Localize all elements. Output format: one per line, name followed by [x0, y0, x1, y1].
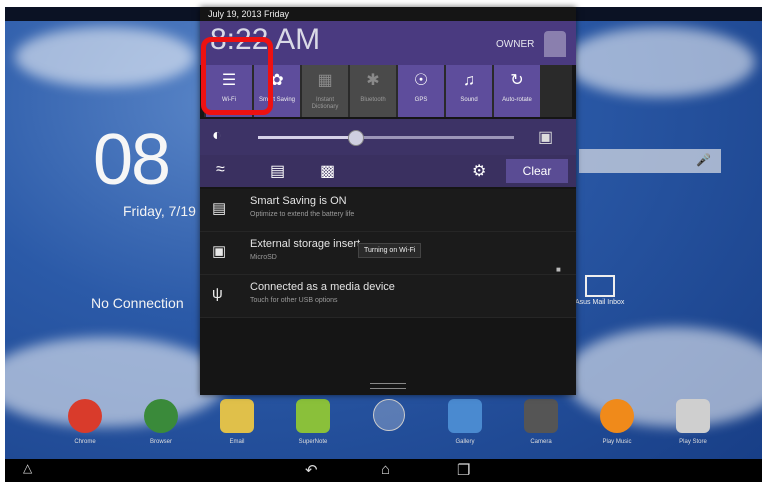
notification-subtitle: Touch for other USB options — [250, 297, 338, 304]
brightness-icon: ◐ — [212, 127, 222, 144]
back-icon[interactable]: ↶ — [305, 461, 318, 479]
dock-label: Browser — [149, 439, 172, 445]
tile-label: Bluetooth — [360, 97, 386, 103]
brightness-slider[interactable] — [258, 130, 514, 146]
app-dock: Chrome Browser Email SuperNote Gallery C… — [5, 399, 762, 459]
panel-drag-handle[interactable] — [370, 383, 406, 389]
tile-sound[interactable]: ♫ Sound — [446, 65, 492, 117]
microphone-icon[interactable]: 🎤 — [696, 153, 711, 167]
toast-message: Turning on Wi-Fi — [358, 243, 422, 258]
play-store-icon — [676, 399, 710, 433]
dock-app-browser[interactable]: Browser — [131, 399, 191, 445]
tile-auto-rotate[interactable]: ↻ Auto-rotate — [494, 65, 540, 117]
app-drawer-icon — [373, 399, 405, 431]
quick-actions-row: ≈ ▤ ▩ ⚙ Clear — [200, 155, 576, 187]
dock-app-camera[interactable]: Camera — [511, 399, 571, 445]
notification-item[interactable]: ▤ Smart Saving is ON Optimize to extend … — [200, 189, 576, 232]
play-music-icon — [600, 399, 634, 433]
no-connection-label: No Connection — [91, 295, 184, 311]
notification-title: External storage insert — [250, 238, 361, 250]
brightness-slider-knob[interactable] — [348, 130, 365, 146]
navigation-bar: △ ↶ ⌂ ❐ — [5, 459, 762, 482]
gallery-icon — [448, 399, 482, 433]
cloud-decoration — [15, 27, 195, 87]
dock-app-drawer[interactable] — [359, 399, 419, 437]
dock-app-play-music[interactable]: Play Music — [587, 399, 647, 445]
wifi-settings-icon[interactable]: ≈ — [216, 161, 225, 179]
google-search-bar[interactable]: 🎤 — [579, 149, 721, 173]
screencast-icon[interactable]: ▩ — [320, 161, 335, 181]
instant-dictionary-icon: ▦ — [317, 72, 333, 89]
tile-instant-dictionary[interactable]: ▦ Instant Dictionary — [302, 65, 348, 117]
tile-label: Auto-rotate — [502, 97, 532, 103]
gps-icon: ☉ — [413, 72, 429, 89]
notification-title: Smart Saving is ON — [250, 195, 347, 207]
mail-label: Asus Mail Inbox — [575, 299, 625, 306]
dock-label: Email — [229, 439, 245, 445]
dock-label: Play Music — [602, 439, 632, 445]
smart-saving-icon: ▤ — [212, 200, 227, 217]
tile-gps[interactable]: ☉ GPS — [398, 65, 444, 117]
dock-app-supernote[interactable]: SuperNote — [283, 399, 343, 445]
sound-icon: ♫ — [463, 72, 475, 89]
notification-item[interactable]: ψ Connected as a media device Touch for … — [200, 275, 576, 318]
keyboard-icon[interactable]: △ — [23, 461, 32, 475]
dock-app-play-store[interactable]: Play Store — [663, 399, 723, 445]
recent-apps-icon[interactable]: ❐ — [457, 461, 470, 479]
chrome-icon — [68, 399, 102, 433]
supernote-icon — [296, 399, 330, 433]
usb-icon: ψ — [212, 285, 223, 302]
dock-label: SuperNote — [298, 439, 328, 445]
browser-icon — [144, 399, 178, 433]
owner-label: OWNER — [496, 39, 535, 50]
notification-subtitle: Optimize to extend the battery life — [250, 211, 355, 218]
camera-icon — [524, 399, 558, 433]
mail-icon[interactable] — [585, 275, 615, 297]
dock-app-chrome[interactable]: Chrome — [55, 399, 115, 445]
home-icon[interactable]: ⌂ — [381, 461, 390, 478]
smart-saving-settings-icon[interactable]: ▤ — [270, 161, 285, 181]
dock-label: Play Store — [679, 439, 707, 445]
sd-card-small-icon: ■ — [556, 265, 561, 274]
bluetooth-icon: ✱ — [366, 72, 380, 89]
tile-label: Instant Dictionary — [311, 97, 339, 110]
brightness-slider-fill — [258, 136, 356, 139]
panel-date: July 19, 2013 Friday — [208, 9, 290, 19]
dock-label: Gallery — [455, 439, 475, 445]
tile-label: Sound — [460, 97, 478, 103]
dock-app-gallery[interactable]: Gallery — [435, 399, 495, 445]
home-date: Friday, 7/19 — [123, 203, 196, 219]
clear-button[interactable]: Clear — [506, 159, 568, 183]
owner-avatar[interactable] — [544, 31, 566, 57]
notification-title: Connected as a media device — [250, 281, 395, 293]
dock-label: Camera — [530, 439, 552, 445]
dock-app-email[interactable]: Email — [207, 399, 267, 445]
auto-brightness-icon[interactable]: ▣ — [538, 127, 553, 147]
brightness-row: ◐ ▣ — [200, 119, 576, 155]
tile-bluetooth[interactable]: ✱ Bluetooth — [350, 65, 396, 117]
cloud-decoration — [565, 27, 755, 97]
home-clock: 08 — [93, 120, 171, 200]
notification-subtitle: MicroSD — [250, 254, 277, 261]
email-icon — [220, 399, 254, 433]
highlight-annotation — [201, 37, 273, 115]
auto-rotate-icon: ↻ — [510, 72, 524, 89]
gear-icon[interactable]: ⚙ — [472, 161, 486, 181]
dock-label: Chrome — [74, 439, 96, 445]
sd-card-icon: ▣ — [212, 243, 227, 260]
tile-label: GPS — [414, 97, 428, 103]
